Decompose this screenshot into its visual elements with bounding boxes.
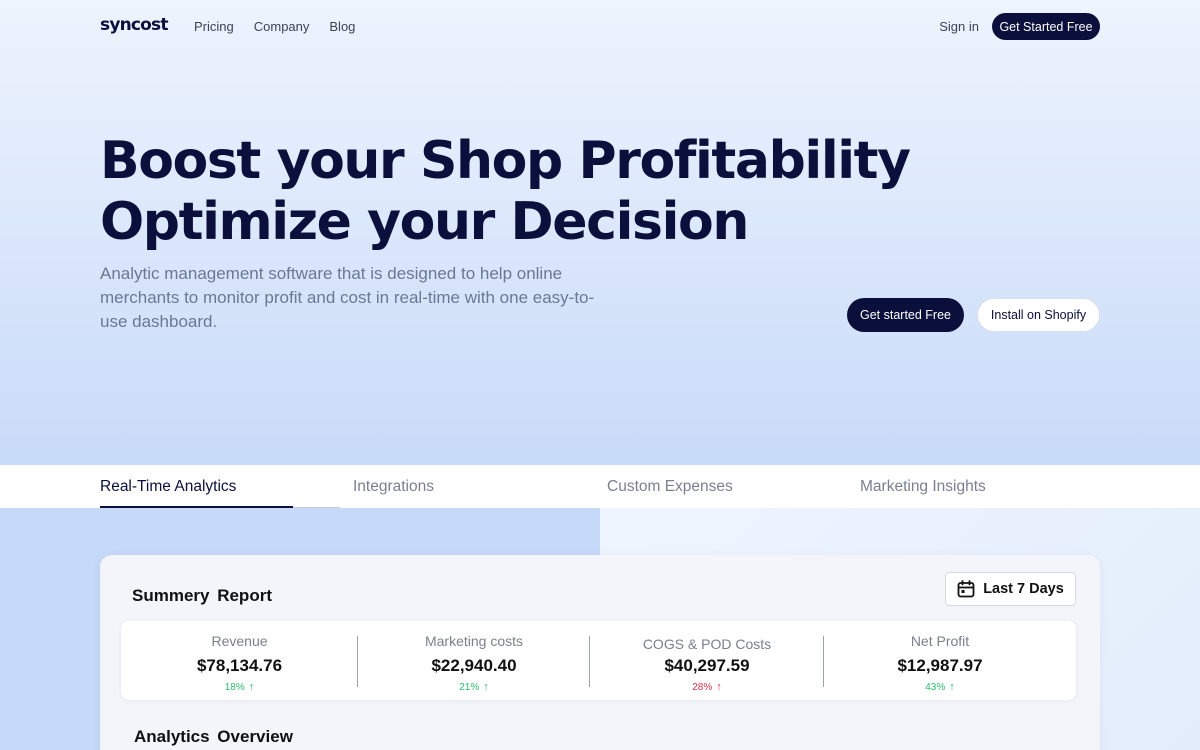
- stat-change: 28% ↑: [590, 681, 824, 693]
- stat-label: Marketing costs: [424, 633, 524, 649]
- stat-net-profit: Net Profit $12,987.97 43% ↑: [824, 621, 1056, 700]
- hero-title-line-1: Boost your Shop Profitability: [100, 131, 911, 191]
- hero-title: Boost your Shop Profitability Optimize y…: [100, 131, 911, 253]
- stat-label: Revenue: [211, 633, 268, 649]
- tab-integrations[interactable]: Integrations: [353, 478, 434, 496]
- date-range-button[interactable]: Last 7 Days: [945, 572, 1076, 606]
- arrow-up-icon: ↑: [949, 681, 955, 693]
- hero-title-line-2: Optimize your Decision: [100, 192, 749, 252]
- summary-report-card: Summery Report Last 7 Days Revenue $78,1…: [100, 555, 1100, 750]
- top-nav: syncost Pricing Company Blog Sign in Get…: [100, 13, 1100, 41]
- calendar-icon: [957, 580, 975, 598]
- nav-link-pricing[interactable]: Pricing: [194, 19, 234, 34]
- feature-tabs: Real-Time Analytics Integrations Custom …: [0, 465, 1200, 508]
- nav-link-company[interactable]: Company: [254, 19, 310, 34]
- analytics-overview-title: Analytics Overview: [134, 727, 293, 746]
- stat-change-percent: 43%: [925, 682, 946, 693]
- date-range-label: Last 7 Days: [983, 581, 1064, 597]
- stat-label: Net Profit: [910, 633, 970, 649]
- arrow-up-icon: ↑: [248, 681, 255, 693]
- stat-marketing-costs: Marketing costs $22,940.40 21% ↑: [358, 621, 590, 700]
- sign-in-link[interactable]: Sign in: [939, 19, 979, 34]
- stat-label: COGS & POD Costs: [642, 636, 772, 652]
- stats-row: Revenue $78,134.76 18% ↑ Marketing costs …: [121, 621, 1076, 700]
- stat-revenue: Revenue $78,134.76 18% ↑: [121, 621, 358, 700]
- stat-value: $40,297.59: [664, 656, 750, 675]
- stat-change-percent: 28%: [692, 682, 713, 693]
- stat-change: 21% ↑: [358, 681, 590, 693]
- syncost-logo[interactable]: syncost: [100, 15, 169, 35]
- stat-value: $78,134.76: [196, 656, 283, 675]
- get-started-button[interactable]: Get started Free: [847, 298, 964, 332]
- hero-subtitle: Analytic management software that is des…: [100, 264, 595, 331]
- nav-link-blog[interactable]: Blog: [329, 19, 355, 34]
- stat-change: 43% ↑: [824, 681, 1056, 693]
- install-on-shopify-button[interactable]: Install on Shopify: [977, 298, 1100, 332]
- stat-change-percent: 21%: [459, 682, 480, 693]
- hero-section: syncost Pricing Company Blog Sign in Get…: [0, 0, 1200, 465]
- arrow-up-icon: ↑: [483, 681, 489, 693]
- stat-change-percent: 18%: [224, 682, 245, 693]
- stat-change: 18% ↑: [121, 681, 358, 693]
- tab-marketing-insights[interactable]: Marketing Insights: [860, 478, 986, 496]
- stat-value: $22,940.40: [431, 656, 517, 675]
- tab-real-time-analytics[interactable]: Real-Time Analytics: [100, 478, 236, 496]
- get-started-free-button[interactable]: Get Started Free: [992, 13, 1100, 40]
- arrow-up-icon: ↑: [716, 681, 722, 693]
- stat-cogs-pod-costs: COGS & POD Costs $40,297.59 28% ↑: [590, 621, 824, 700]
- tab-custom-expenses[interactable]: Custom Expenses: [607, 478, 733, 496]
- stat-value: $12,987.97: [897, 656, 983, 675]
- nav-links: Pricing Company Blog: [194, 19, 355, 34]
- summary-report-title: Summery Report: [132, 586, 272, 605]
